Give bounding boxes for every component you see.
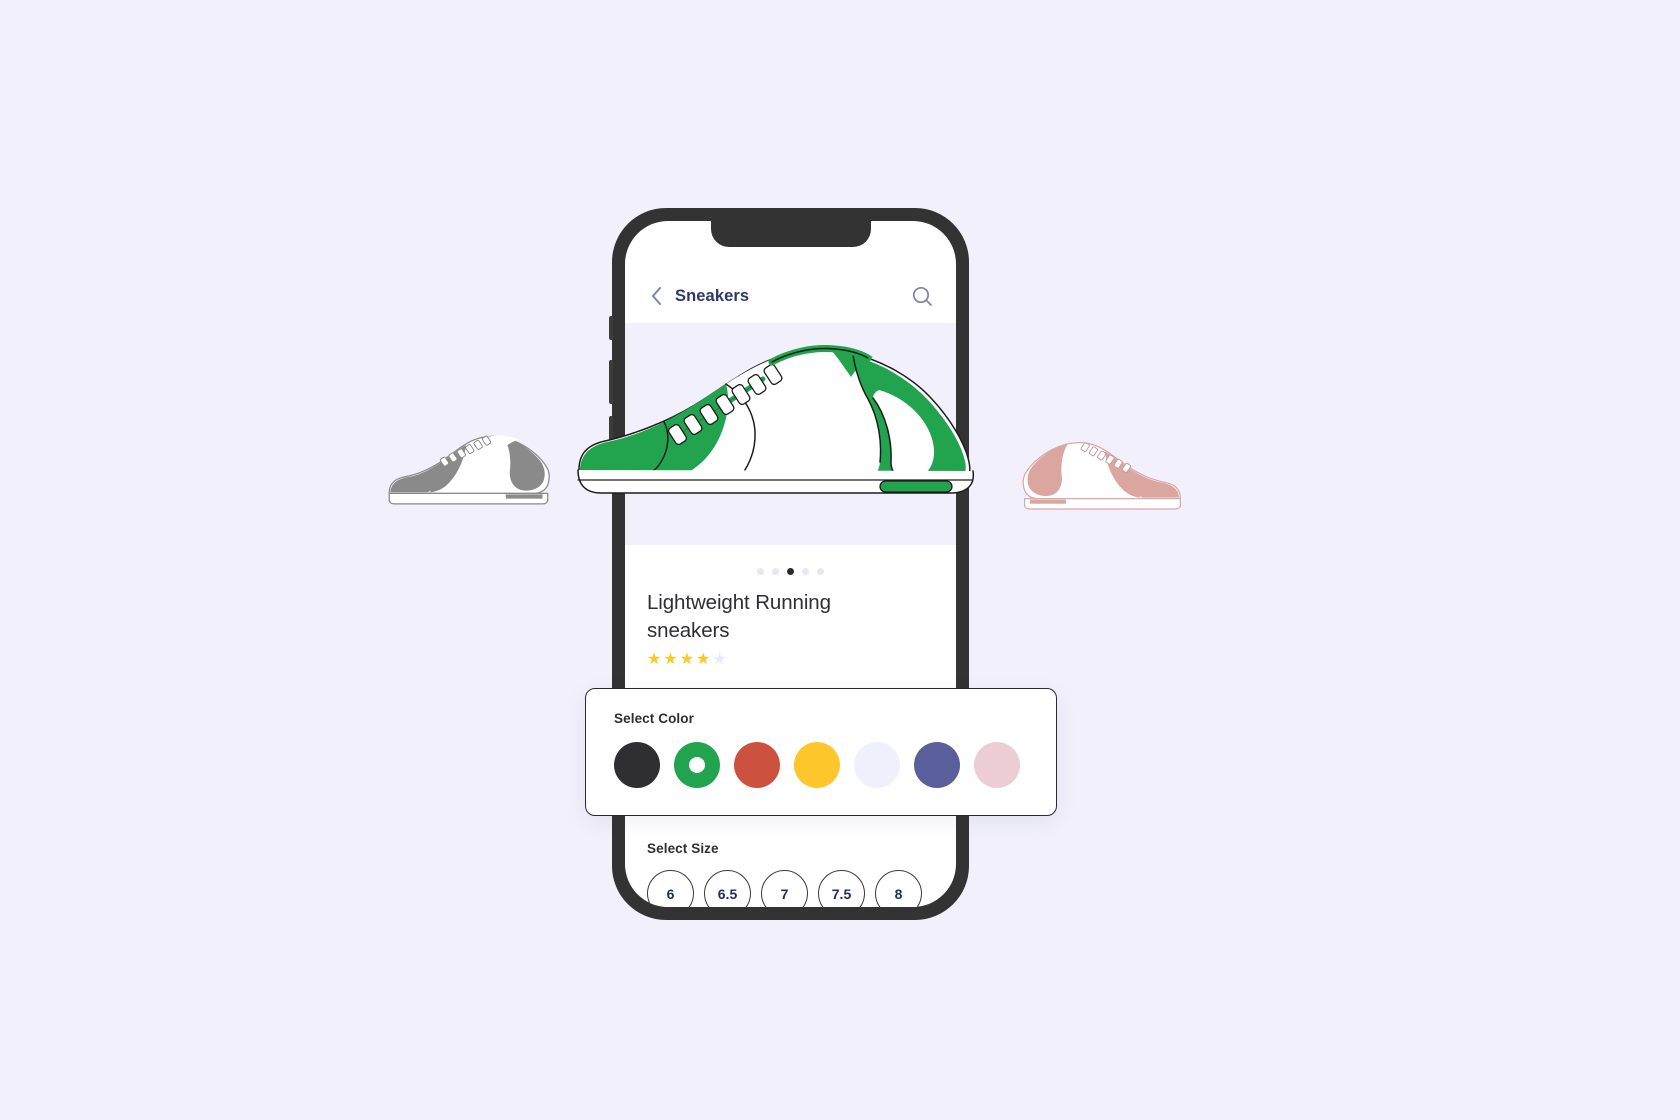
product-info: Lightweight Running sneakers ★ ★ ★ ★ ★: [625, 589, 956, 668]
product-gallery[interactable]: [625, 323, 956, 545]
star-icon: ★: [647, 651, 662, 668]
size-section-label: Select Size: [647, 841, 719, 856]
gallery-dot[interactable]: [772, 568, 779, 575]
page-title: Sneakers: [675, 286, 750, 305]
size-option-6[interactable]: 6: [647, 870, 694, 907]
product-title: Lightweight Running sneakers: [647, 591, 831, 642]
gallery-dot[interactable]: [757, 568, 764, 575]
star-icon: ★: [663, 651, 678, 668]
search-icon[interactable]: [910, 284, 934, 308]
color-section-label: Select Color: [614, 711, 694, 726]
star-icon: ★: [696, 651, 711, 668]
decorative-shoe-right: [1022, 442, 1182, 510]
star-icon: ★: [679, 651, 695, 668]
color-swatch-black[interactable]: [614, 742, 660, 788]
phone-mute-switch: [609, 316, 613, 340]
select-color-card: Select Color: [585, 688, 1057, 816]
phone-notch: [710, 221, 871, 247]
gallery-dot[interactable]: [817, 568, 824, 575]
gallery-pagination[interactable]: [625, 568, 956, 575]
canvas: Sneakers Lightweight Running sneakers ★ …: [0, 0, 1680, 1120]
star-icon-empty: ★: [712, 651, 727, 668]
size-option-8[interactable]: 8: [875, 870, 922, 907]
gallery-dot-active[interactable]: [787, 568, 794, 575]
color-swatch-slate-blue[interactable]: [914, 742, 960, 788]
color-swatch-pale-pink[interactable]: [974, 742, 1020, 788]
product-rating: ★ ★ ★ ★ ★: [647, 652, 934, 668]
color-swatch-green-selected[interactable]: [674, 742, 720, 788]
color-swatch-brick-red[interactable]: [734, 742, 780, 788]
size-options: 6 6.5 7 7.5 8: [647, 870, 934, 907]
gallery-dot[interactable]: [802, 568, 809, 575]
app-header: Sneakers: [625, 269, 956, 323]
color-swatch-yellow[interactable]: [794, 742, 840, 788]
size-option-7[interactable]: 7: [761, 870, 808, 907]
phone-volume-down: [609, 416, 613, 460]
size-option-7-5[interactable]: 7.5: [818, 870, 865, 907]
color-swatch-pale-lavender[interactable]: [854, 742, 900, 788]
phone-volume-up: [609, 360, 613, 404]
back-chevron-icon[interactable]: [647, 287, 665, 305]
size-section: Select Size 6 6.5 7 7.5 8: [625, 841, 956, 907]
size-option-6-5[interactable]: 6.5: [704, 870, 751, 907]
color-options: [614, 742, 1028, 788]
decorative-shoe-left: [388, 435, 550, 505]
